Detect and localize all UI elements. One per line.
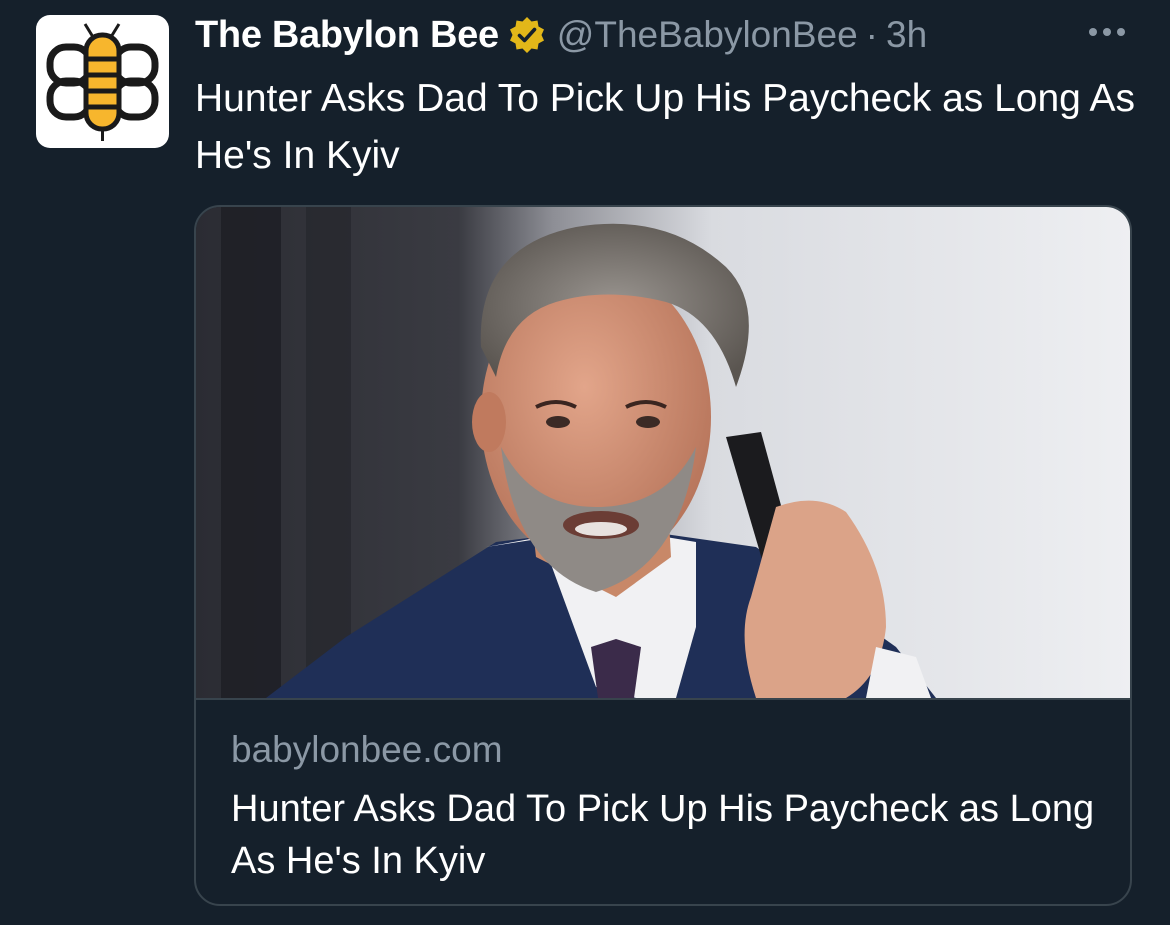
card-domain: babylonbee.com	[231, 729, 503, 770]
display-name[interactable]: The Babylon Bee	[195, 14, 499, 57]
card-title: Hunter Asks Dad To Pick Up His Paycheck …	[231, 788, 1095, 882]
tweet-header: The Babylon Bee @TheBabylonBee · 3h	[195, 10, 927, 60]
user-handle[interactable]: @TheBabylonBee	[557, 14, 858, 56]
more-options-icon[interactable]	[1082, 12, 1132, 52]
tweet[interactable]: The Babylon Bee @TheBabylonBee · 3h Hunt…	[0, 0, 1170, 925]
babylon-bee-logo-icon	[46, 23, 159, 141]
avatar[interactable]	[36, 15, 169, 148]
man-on-phone-photo[interactable]	[196, 207, 1130, 698]
link-card[interactable]: babylonbee.com Hunter Asks Dad To Pick U…	[194, 205, 1132, 906]
verified-badge-icon	[507, 15, 547, 55]
card-divider	[196, 698, 1130, 700]
timestamp[interactable]: 3h	[886, 14, 927, 56]
separator-dot: ·	[865, 14, 878, 55]
tweet-text: Hunter Asks Dad To Pick Up His Paycheck …	[195, 77, 1136, 177]
